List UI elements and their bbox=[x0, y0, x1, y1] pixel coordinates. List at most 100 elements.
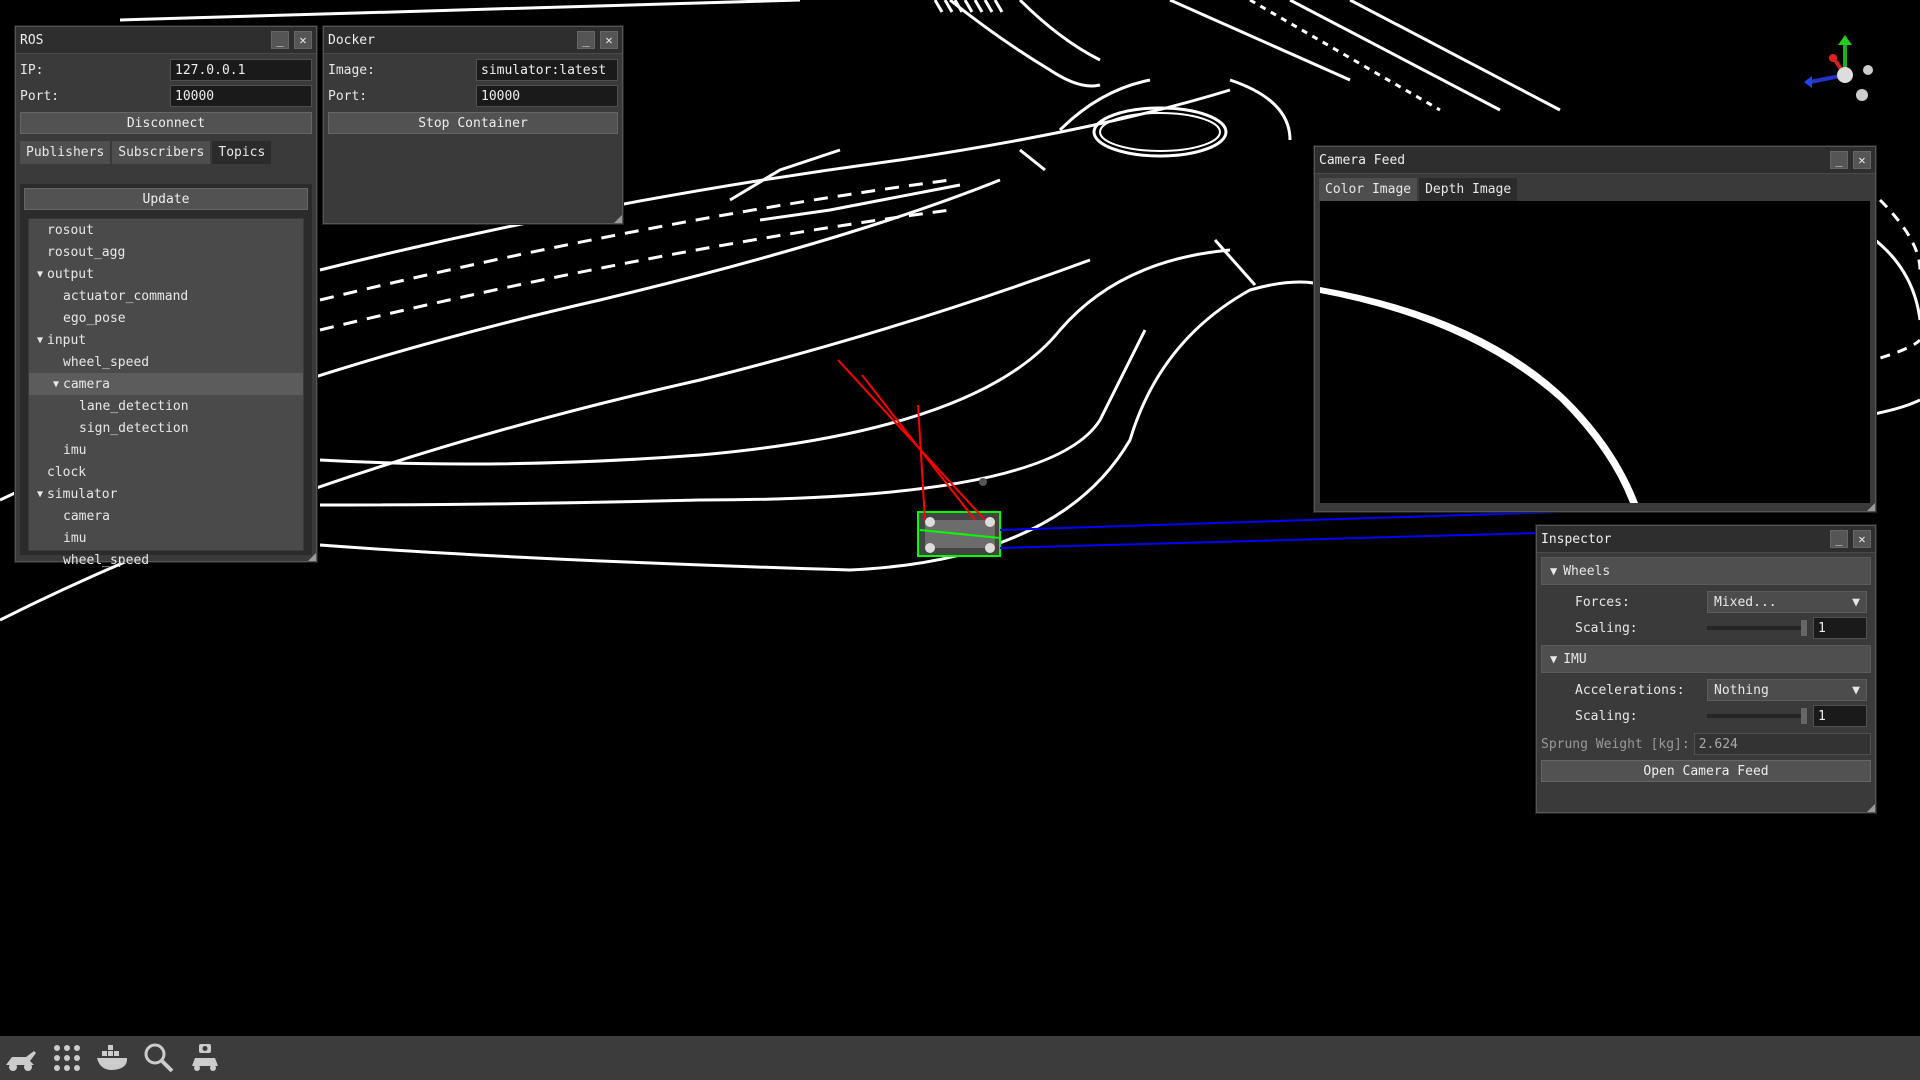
docker-port-label: Port: bbox=[328, 88, 368, 104]
docker-icon[interactable] bbox=[96, 1041, 130, 1075]
wheels-scaling-slider[interactable] bbox=[1707, 620, 1807, 636]
topic-label: output bbox=[47, 266, 94, 282]
ros-window: ROS _ ✕ IP: 127.0.0.1 Port: 10000 Discon… bbox=[15, 26, 317, 568]
close-icon[interactable]: ✕ bbox=[1853, 530, 1871, 548]
wheels-section-header[interactable]: ▼ Wheels bbox=[1541, 557, 1871, 585]
update-button[interactable]: Update bbox=[24, 188, 308, 210]
wheels-scaling-label: Scaling: bbox=[1575, 620, 1638, 636]
topic-label: clock bbox=[47, 464, 87, 480]
topic-item[interactable]: camera bbox=[29, 505, 303, 527]
topic-item[interactable]: rosout_agg bbox=[29, 241, 303, 263]
sprung-weight-label: Sprung Weight [kg]: bbox=[1541, 736, 1690, 752]
forces-value: Mixed... bbox=[1714, 594, 1777, 610]
ip-input[interactable]: 127.0.0.1 bbox=[170, 59, 312, 81]
wheels-scaling-input[interactable]: 1 bbox=[1813, 617, 1867, 639]
imu-scaling-slider[interactable] bbox=[1707, 708, 1807, 724]
topic-item[interactable]: lane_detection bbox=[29, 395, 303, 417]
forces-dropdown[interactable]: Mixed... ▼ bbox=[1707, 591, 1867, 613]
taskbar bbox=[0, 1036, 1920, 1080]
stop-container-button[interactable]: Stop Container bbox=[328, 112, 618, 134]
close-icon[interactable]: ✕ bbox=[600, 31, 618, 49]
docker-port-input[interactable]: 10000 bbox=[476, 85, 618, 107]
minimize-icon[interactable]: _ bbox=[577, 31, 595, 49]
slider-knob[interactable] bbox=[1801, 620, 1807, 636]
topic-label: camera bbox=[63, 508, 110, 524]
tab-topics[interactable]: Topics bbox=[212, 141, 272, 164]
expand-arrow-icon[interactable]: ▼ bbox=[33, 269, 47, 280]
ros-port-input[interactable]: 10000 bbox=[170, 85, 312, 107]
ros-port-label: Port: bbox=[20, 88, 60, 104]
topic-item[interactable]: ▼ input bbox=[29, 329, 303, 351]
topic-label: imu bbox=[63, 530, 87, 546]
tab-subscribers[interactable]: Subscribers bbox=[112, 141, 211, 164]
minimize-icon[interactable]: _ bbox=[271, 31, 289, 49]
imu-scaling-input[interactable]: 1 bbox=[1813, 705, 1867, 727]
orientation-gizmo-icon[interactable] bbox=[1804, 35, 1873, 101]
close-icon[interactable]: ✕ bbox=[1853, 151, 1871, 169]
topic-label: ego_pose bbox=[63, 310, 126, 326]
accelerations-dropdown[interactable]: Nothing ▼ bbox=[1707, 679, 1867, 701]
topic-label: rosout bbox=[47, 222, 94, 238]
docker-window-title: Docker bbox=[328, 32, 375, 48]
topic-item[interactable]: sign_detection bbox=[29, 417, 303, 439]
tab-publishers[interactable]: Publishers bbox=[20, 141, 111, 164]
topic-label: sign_detection bbox=[79, 420, 189, 436]
topic-label: rosout_agg bbox=[47, 244, 126, 260]
topic-label: wheel_speed bbox=[63, 552, 150, 568]
accelerations-label: Accelerations: bbox=[1575, 682, 1685, 698]
expand-arrow-icon[interactable]: ▼ bbox=[33, 489, 47, 500]
resize-handle[interactable] bbox=[1867, 804, 1875, 812]
tab-depth-image[interactable]: Depth Image bbox=[1419, 178, 1518, 201]
open-camera-feed-button[interactable]: Open Camera Feed bbox=[1541, 760, 1871, 782]
topic-label: wheel_speed bbox=[63, 354, 150, 370]
close-icon[interactable]: ✕ bbox=[294, 31, 312, 49]
camera-titlebar[interactable]: Camera Feed _ ✕ bbox=[1315, 147, 1875, 174]
ip-label: IP: bbox=[20, 62, 44, 78]
minimize-icon[interactable]: _ bbox=[1830, 151, 1848, 169]
expand-arrow-icon[interactable]: ▼ bbox=[33, 335, 47, 346]
tab-color-image[interactable]: Color Image bbox=[1319, 178, 1418, 201]
image-label: Image: bbox=[328, 62, 375, 78]
car-lift-icon[interactable] bbox=[4, 1041, 38, 1075]
topic-item[interactable]: wheel_speed bbox=[29, 549, 303, 571]
topic-item[interactable]: ▼ output bbox=[29, 263, 303, 285]
topic-item[interactable]: wheel_speed bbox=[29, 351, 303, 373]
topic-item[interactable]: actuator_command bbox=[29, 285, 303, 307]
topic-label: camera bbox=[63, 376, 110, 392]
camera-window-title: Camera Feed bbox=[1319, 152, 1406, 168]
disconnect-button[interactable]: Disconnect bbox=[20, 112, 312, 134]
apps-grid-icon[interactable] bbox=[50, 1041, 84, 1075]
topic-label: simulator bbox=[47, 486, 118, 502]
resize-handle[interactable] bbox=[308, 553, 316, 561]
ros-tabs: Publishers Subscribers Topics bbox=[16, 137, 316, 164]
camera-car-icon[interactable] bbox=[188, 1041, 222, 1075]
topic-tree[interactable]: rosout rosout_agg ▼ output actuator_command e… bbox=[28, 218, 304, 568]
docker-titlebar[interactable]: Docker _ ✕ bbox=[324, 27, 622, 54]
topic-item[interactable]: imu bbox=[29, 527, 303, 549]
resize-handle[interactable] bbox=[614, 215, 622, 223]
topic-label: imu bbox=[63, 442, 87, 458]
topic-label: actuator_command bbox=[63, 288, 189, 304]
collapse-arrow-icon: ▼ bbox=[1550, 652, 1558, 666]
chevron-down-icon: ▼ bbox=[1852, 594, 1860, 610]
topic-item[interactable]: imu bbox=[29, 439, 303, 461]
topic-item[interactable]: rosout bbox=[29, 219, 303, 241]
topic-label: lane_detection bbox=[79, 398, 189, 414]
topic-item[interactable]: ego_pose bbox=[29, 307, 303, 329]
vehicle[interactable] bbox=[917, 511, 1001, 557]
resize-handle[interactable] bbox=[1867, 503, 1875, 511]
minimize-icon[interactable]: _ bbox=[1830, 530, 1848, 548]
topic-item[interactable]: clock bbox=[29, 461, 303, 483]
inspector-titlebar[interactable]: Inspector _ ✕ bbox=[1537, 526, 1875, 553]
imu-section-header[interactable]: ▼ IMU bbox=[1541, 645, 1871, 673]
search-icon[interactable] bbox=[142, 1041, 176, 1075]
image-input[interactable]: simulator:latest bbox=[476, 59, 618, 81]
ros-titlebar[interactable]: ROS _ ✕ bbox=[16, 27, 316, 54]
docker-window: Docker _ ✕ Image: simulator:latest Port:… bbox=[323, 26, 623, 224]
topic-label: input bbox=[47, 332, 87, 348]
expand-arrow-icon[interactable]: ▼ bbox=[49, 379, 63, 390]
chevron-down-icon: ▼ bbox=[1852, 682, 1860, 698]
topic-item[interactable]: ▼ simulator bbox=[29, 483, 303, 505]
topic-item[interactable]: ▼ camera bbox=[29, 373, 303, 395]
slider-knob[interactable] bbox=[1801, 708, 1807, 724]
